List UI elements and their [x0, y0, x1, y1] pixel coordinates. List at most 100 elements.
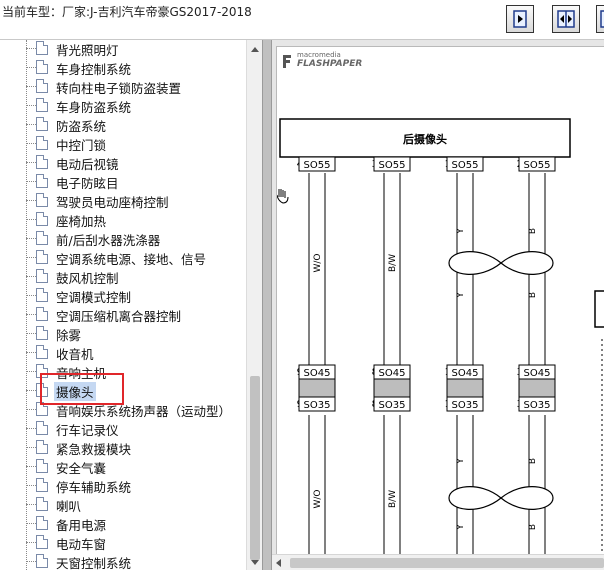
- twisted-pair-symbol: [448, 251, 554, 275]
- tree-branch-line: [26, 86, 36, 87]
- tree-item[interactable]: 喇叭: [0, 495, 246, 514]
- document-icon: [36, 60, 48, 74]
- document-icon: [36, 117, 48, 131]
- document-icon: [36, 136, 48, 150]
- tree-item[interactable]: 安全气囊: [0, 457, 246, 476]
- tree-item[interactable]: 空调压缩机离合器控制: [0, 305, 246, 324]
- tree-item-label: 座椅加热: [56, 214, 107, 229]
- connector-shell: [298, 378, 336, 398]
- tree-scroll-thumb[interactable]: [250, 376, 260, 560]
- tree-branch-line: [26, 333, 36, 334]
- tree-branch-line: [26, 48, 36, 49]
- document-viewer[interactable]: macromedia FLASHPAPER 后摄像头 4SO553SO551SO…: [272, 40, 604, 570]
- viewer-horizontal-scrollbar[interactable]: [272, 554, 604, 570]
- tree-item[interactable]: 空调模式控制: [0, 286, 246, 305]
- tree-item-label: 收音机: [56, 347, 94, 362]
- tree-item[interactable]: 电动后视镜: [0, 153, 246, 172]
- document-icon: [36, 478, 48, 492]
- title-bar: 当前车型：厂家:J-吉利汽车帝豪GS2017-2018: [0, 0, 604, 40]
- tree-item-label: 空调模式控制: [56, 290, 132, 305]
- document-icon: [36, 250, 48, 264]
- two-page-view-button[interactable]: [552, 5, 580, 33]
- tree-branch-line: [26, 162, 36, 163]
- scroll-left-icon[interactable]: [276, 559, 281, 567]
- diagram-page: macromedia FLASHPAPER 后摄像头 4SO553SO551SO…: [276, 46, 604, 570]
- tree-item[interactable]: 电子防眩目: [0, 172, 246, 191]
- document-icon: [36, 421, 48, 435]
- tree-item[interactable]: 备用电源: [0, 514, 246, 533]
- tree-item-label: 车身控制系统: [56, 62, 132, 77]
- logo-brand-top: macromedia: [297, 51, 341, 59]
- tree-item-label: 车身防盗系统: [56, 100, 132, 115]
- tree-branch-line: [26, 409, 36, 410]
- viewer-scroll-thumb[interactable]: [290, 558, 604, 568]
- document-icon: [36, 174, 48, 188]
- tree-item-label: 空调压缩机离合器控制: [56, 309, 182, 324]
- tree-scrollbar[interactable]: [246, 40, 262, 570]
- tree-item-label: 转向柱电子锁防盗装置: [56, 81, 182, 96]
- tree-item-label: 电子防眩目: [56, 176, 119, 191]
- single-page-view-button[interactable]: [506, 5, 534, 33]
- tree-branch-line: [26, 200, 36, 201]
- connector-shell: [373, 378, 411, 398]
- logo-brand-bottom: FLASHPAPER: [297, 59, 362, 69]
- hand-cursor-icon: [276, 189, 289, 204]
- fit-view-button[interactable]: [596, 5, 604, 33]
- tree-branch-line: [26, 523, 36, 524]
- tree-item[interactable]: 天窗控制系统: [0, 552, 246, 570]
- mid-connector-a-label: SO45: [379, 368, 406, 379]
- tree-item[interactable]: 车身防盗系统: [0, 96, 246, 115]
- document-icon: [36, 497, 48, 511]
- tree-item[interactable]: 防盗系统: [0, 115, 246, 134]
- document-icon: [36, 440, 48, 454]
- mid-connector-b-label: SO35: [452, 400, 479, 411]
- tree-branch-line: [26, 390, 36, 391]
- tree-item[interactable]: 停车辅助系统: [0, 476, 246, 495]
- flashpaper-logo: macromedia FLASHPAPER: [283, 51, 362, 69]
- tree-item[interactable]: 背光照明灯: [0, 40, 246, 58]
- tree-item[interactable]: 除雾: [0, 324, 246, 343]
- tree-item-label: 驾驶员电动座椅控制: [56, 195, 169, 210]
- tree-item[interactable]: 转向柱电子锁防盗装置: [0, 77, 246, 96]
- tree-item[interactable]: 电动车窗: [0, 533, 246, 552]
- tree-item-label: 背光照明灯: [56, 43, 119, 58]
- scroll-up-icon[interactable]: [251, 47, 259, 52]
- tree-item[interactable]: 中控门锁: [0, 134, 246, 153]
- wire-color-label: W/O: [313, 489, 323, 508]
- tree-item-label: 鼓风机控制: [56, 271, 119, 286]
- tree-item-label: 紧急救援模块: [56, 442, 132, 457]
- tree-branch-line: [26, 143, 36, 144]
- tree-item[interactable]: 车身控制系统: [0, 58, 246, 77]
- tree-item-label: 天窗控制系统: [56, 556, 132, 570]
- wire-color-label: B/W: [388, 490, 398, 508]
- tree-item[interactable]: 紧急救援模块: [0, 438, 246, 457]
- view-two-page-icon: [557, 10, 575, 28]
- tree-branch-line: [26, 295, 36, 296]
- tree-item-label: 安全气囊: [56, 461, 107, 476]
- tree-item[interactable]: 行车记录仪: [0, 419, 246, 438]
- wiring-diagram: macromedia FLASHPAPER 后摄像头 4SO553SO551SO…: [276, 51, 604, 570]
- document-icon: [36, 212, 48, 226]
- document-icon: [36, 459, 48, 473]
- tree-item[interactable]: 驾驶员电动座椅控制: [0, 191, 246, 210]
- tree-item[interactable]: 鼓风机控制: [0, 267, 246, 286]
- wire-color-label: Y: [456, 228, 466, 235]
- tree-item[interactable]: 收音机: [0, 343, 246, 362]
- vehicle-model-title: 当前车型：厂家:J-吉利汽车帝豪GS2017-2018: [2, 5, 252, 19]
- tree-branch-line: [26, 238, 36, 239]
- tree-item[interactable]: 座椅加热: [0, 210, 246, 229]
- mid-connector-b-label: SO35: [379, 400, 406, 411]
- tree-item[interactable]: 空调系统电源、接地、信号: [0, 248, 246, 267]
- tree-branch-line: [26, 276, 36, 277]
- tree-item[interactable]: 前/后刮水器洗涤器: [0, 229, 246, 248]
- view-fit-icon: [599, 10, 604, 28]
- document-icon: [36, 535, 48, 549]
- tree-branch-line: [26, 257, 36, 258]
- document-icon: [36, 326, 48, 340]
- selection-highlight-box: [40, 373, 124, 405]
- tree-branch-line: [26, 542, 36, 543]
- tree-item-label: 中控门锁: [56, 138, 107, 153]
- panel-splitter[interactable]: [262, 40, 272, 570]
- top-connector-label: SO55: [379, 160, 406, 171]
- scroll-down-icon[interactable]: [251, 560, 259, 565]
